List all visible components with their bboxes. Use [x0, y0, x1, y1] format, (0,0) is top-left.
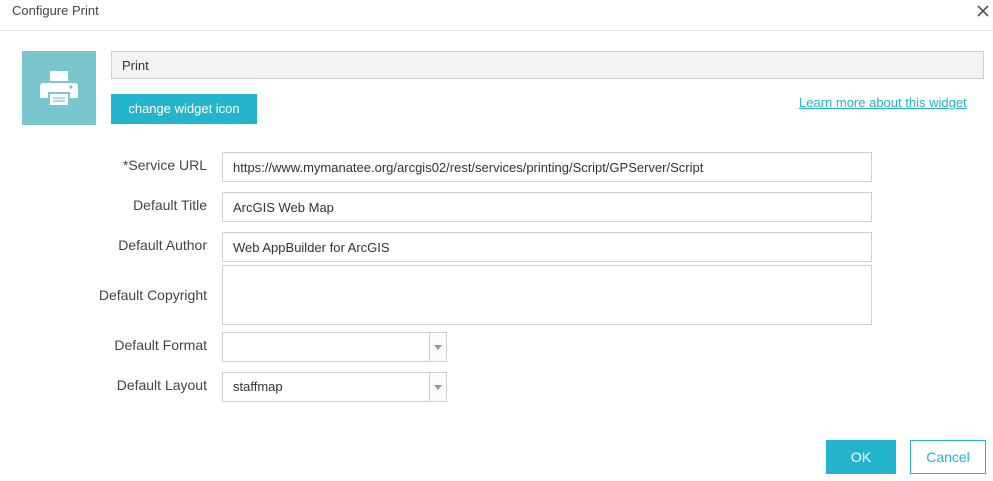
default-format-label: Default Format	[114, 337, 207, 353]
default-title-label: Default Title	[133, 197, 207, 213]
default-author-input[interactable]	[222, 232, 872, 262]
default-copyright-label: Default Copyright	[98, 287, 207, 303]
default-layout-select[interactable]: staffmap	[222, 372, 447, 402]
default-title-input[interactable]	[222, 192, 872, 222]
dialog-title-bar: Configure Print	[0, 0, 993, 31]
close-icon[interactable]	[974, 2, 992, 20]
configure-print-dialog: Configure Print change widget icon Learn…	[0, 0, 993, 481]
change-widget-icon-button[interactable]: change widget icon	[111, 94, 257, 124]
ok-button[interactable]: OK	[826, 440, 896, 474]
default-format-dropdown-button[interactable]	[429, 333, 446, 361]
widget-icon-preview	[22, 51, 96, 125]
learn-more-link[interactable]: Learn more about this widget	[799, 95, 967, 110]
service-url-input[interactable]	[222, 152, 872, 182]
default-author-label: Default Author	[118, 237, 207, 253]
default-format-select[interactable]	[222, 332, 447, 362]
printer-icon	[40, 71, 78, 105]
cancel-button[interactable]: Cancel	[910, 440, 986, 474]
default-copyright-input[interactable]	[222, 265, 872, 325]
service-url-label: *Service URL	[122, 157, 207, 173]
default-layout-label: Default Layout	[116, 377, 207, 393]
chevron-down-icon	[434, 345, 442, 350]
dialog-title: Configure Print	[12, 3, 99, 18]
widget-name-input[interactable]	[111, 51, 984, 79]
default-layout-value: staffmap	[233, 379, 283, 394]
default-layout-dropdown-button[interactable]	[429, 373, 446, 401]
chevron-down-icon	[434, 385, 442, 390]
